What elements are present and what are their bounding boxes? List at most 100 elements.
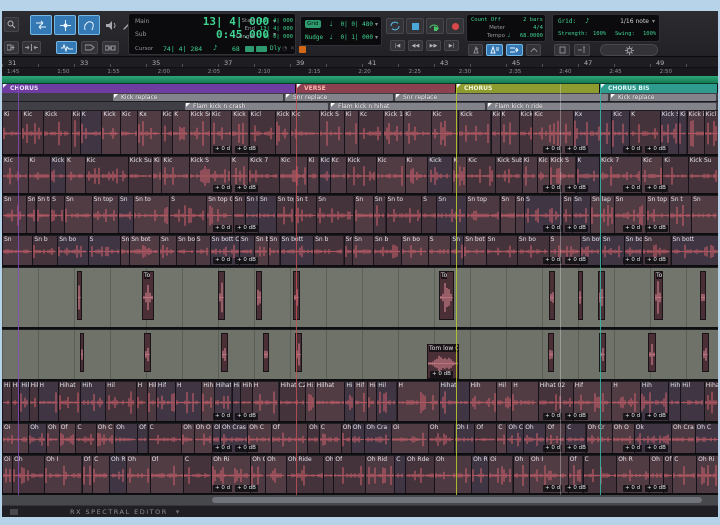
- audio-clip[interactable]: C: [183, 456, 211, 495]
- audio-clip[interactable]: Kick 1: [383, 111, 403, 156]
- clip-gain-badge[interactable]: + 0 dB: [645, 257, 668, 264]
- audio-clip[interactable]: H: [136, 382, 147, 423]
- audio-clip[interactable]: K: [65, 157, 85, 195]
- audio-clip[interactable]: Hih: [80, 382, 105, 423]
- audio-clip[interactable]: Hil: [105, 382, 136, 423]
- audio-clip[interactable]: Oi: [2, 456, 12, 495]
- meter-indicator-icon[interactable]: [245, 46, 254, 52]
- tempo-ruler[interactable]: [2, 76, 718, 84]
- count-off-value[interactable]: 2 bars: [509, 17, 543, 23]
- audio-clip[interactable]: S: [421, 196, 436, 235]
- audio-clip[interactable]: Ki: [28, 157, 51, 195]
- audio-clip[interactable]: Kic: [85, 157, 128, 195]
- audio-clip[interactable]: Kic: [21, 111, 43, 156]
- clip-gain-badge[interactable]: + 0 dB: [235, 485, 258, 492]
- audio-clip[interactable]: Oi: [391, 424, 428, 455]
- section-marker-lane[interactable]: CHORUSVERSECHORUSCHORUS BIS: [2, 84, 718, 93]
- clip-gain-badge[interactable]: + 0 d: [213, 257, 232, 264]
- clip-gain-badge[interactable]: + 0 dB: [645, 185, 668, 192]
- audio-clip[interactable]: Sn: [352, 236, 373, 267]
- audio-clip[interactable]: Kick: [427, 157, 451, 195]
- audio-clip[interactable]: [256, 271, 262, 320]
- audio-clip[interactable]: Oh I: [44, 456, 81, 495]
- audio-clip[interactable]: Oh Cra: [364, 424, 391, 455]
- audio-clip[interactable]: Kick Su: [319, 157, 330, 195]
- grid-amount-value[interactable]: 0| 0| 480: [337, 21, 373, 28]
- audio-clip[interactable]: Oh Cr: [586, 424, 612, 455]
- swing-value[interactable]: 100%: [643, 31, 656, 37]
- audio-clip[interactable]: Oh Cr: [181, 424, 193, 455]
- audio-clip[interactable]: [549, 271, 555, 320]
- audio-clip[interactable]: Sn to: [386, 196, 422, 235]
- audio-clip[interactable]: Oh: [12, 456, 44, 495]
- audio-clip[interactable]: Of: [271, 424, 307, 455]
- track-tom-floor[interactable]: Tom low 02+ 0 dB: [2, 330, 718, 381]
- audio-clip[interactable]: Sn top: [466, 196, 500, 235]
- nudge-value[interactable]: 0| 1| 000: [337, 34, 373, 41]
- audio-clip[interactable]: Oh C: [695, 424, 719, 455]
- audio-clip[interactable]: Of: [82, 456, 93, 495]
- clip-gain-badge[interactable]: + 0 d: [213, 225, 232, 232]
- audio-clip[interactable]: Sn t: [294, 196, 317, 235]
- audio-clip[interactable]: Oh Ride: [286, 456, 323, 495]
- rewind-button[interactable]: ◀◀: [408, 40, 423, 51]
- level-indicator-icon[interactable]: [256, 46, 267, 52]
- audio-clip[interactable]: Oh Cras: [671, 424, 695, 455]
- audio-clip[interactable]: Sn: [120, 236, 130, 267]
- track-snare-top[interactable]: SnSn tSn toSSnSn topSnSn toSSn top GSnSn…: [2, 196, 718, 235]
- audio-clip[interactable]: Sn bo: [57, 236, 88, 267]
- memory-marker[interactable]: Flam kick n ride: [487, 103, 716, 110]
- audio-clip[interactable]: Ki: [522, 157, 537, 195]
- audio-clip[interactable]: S: [50, 196, 64, 235]
- audio-clip[interactable]: Oh: [114, 424, 137, 455]
- clip-gain-badge[interactable]: + 0 d: [213, 413, 232, 420]
- audio-clip[interactable]: [77, 271, 82, 320]
- clip-gain-badge[interactable]: + 0 dB: [565, 146, 588, 153]
- audio-clip[interactable]: C: [148, 424, 182, 455]
- status-warning-box[interactable]: [299, 46, 306, 53]
- audio-clip[interactable]: Kic: [290, 111, 319, 156]
- audio-clip[interactable]: Kick in I: [275, 111, 290, 156]
- audio-clip[interactable]: Oh: [428, 424, 454, 455]
- metronome-button[interactable]: [468, 44, 483, 56]
- track-snare-bottom[interactable]: SnSn bSn boSSnSn botSnSn boSSn bott CSnS…: [2, 236, 718, 267]
- audio-clip[interactable]: Kicl: [704, 111, 718, 156]
- track-oh-crash[interactable]: OiOhOh IOfCOh COhOfCOh CrOh OOkOh CrasOh…: [2, 424, 718, 455]
- audio-clip[interactable]: Kick: [458, 111, 490, 156]
- zoom-horizontal-button[interactable]: [22, 41, 41, 54]
- audio-clip[interactable]: S: [195, 236, 210, 267]
- track-hihat[interactable]: HiHifHihuHilHHihatHihHilHHihat 02HifHHih…: [2, 382, 718, 423]
- audio-clip[interactable]: Hihat 02: [147, 382, 156, 423]
- audio-clip[interactable]: Kc: [330, 157, 346, 195]
- audio-clip[interactable]: Of: [333, 456, 365, 495]
- memory-marker[interactable]: Flam kick n crash: [185, 103, 328, 110]
- audio-clip[interactable]: Sn: [691, 196, 718, 235]
- audio-clip[interactable]: Kic: [161, 157, 189, 195]
- audio-clip[interactable]: Ki: [403, 111, 430, 156]
- clip-gain-badge[interactable]: + 0 d: [213, 185, 232, 192]
- clip-gain-badge[interactable]: + 0 d: [213, 146, 232, 153]
- audio-clip[interactable]: [263, 333, 269, 372]
- audio-clip[interactable]: To: [439, 271, 454, 320]
- clip-gain-badge[interactable]: + 0 dB: [235, 225, 258, 232]
- audio-clip[interactable]: Ki: [307, 157, 319, 195]
- clip-gain-badge[interactable]: + 0 dB: [645, 146, 668, 153]
- audio-clip[interactable]: Sn b: [32, 236, 57, 267]
- bottom-dock-bar[interactable]: RX SPECTRAL EDITOR ▾: [2, 505, 718, 517]
- audio-clip[interactable]: Ki: [344, 111, 358, 156]
- audio-clip[interactable]: Kick: [43, 111, 71, 156]
- audio-clip[interactable]: C: [672, 456, 696, 495]
- clip-gain-badge[interactable]: + 0 dB: [645, 485, 668, 492]
- audio-clip[interactable]: Hihat C2: [279, 382, 306, 423]
- memory-marker[interactable]: Kick replace: [113, 94, 283, 101]
- audio-clip[interactable]: Oh: [126, 456, 150, 495]
- audio-clip[interactable]: Sn t: [669, 196, 691, 235]
- clip-gain-badge[interactable]: + 0 dB: [565, 257, 588, 264]
- audio-clip[interactable]: Sn t: [26, 196, 36, 235]
- clip-gain-badge[interactable]: + 0 dB: [565, 185, 588, 192]
- audio-clip[interactable]: Oh O: [194, 424, 212, 455]
- audio-clip[interactable]: [221, 333, 228, 372]
- audio-clip[interactable]: K: [172, 111, 189, 156]
- audio-clip[interactable]: Sn top: [92, 196, 118, 235]
- audio-clip[interactable]: Kic: [2, 157, 28, 195]
